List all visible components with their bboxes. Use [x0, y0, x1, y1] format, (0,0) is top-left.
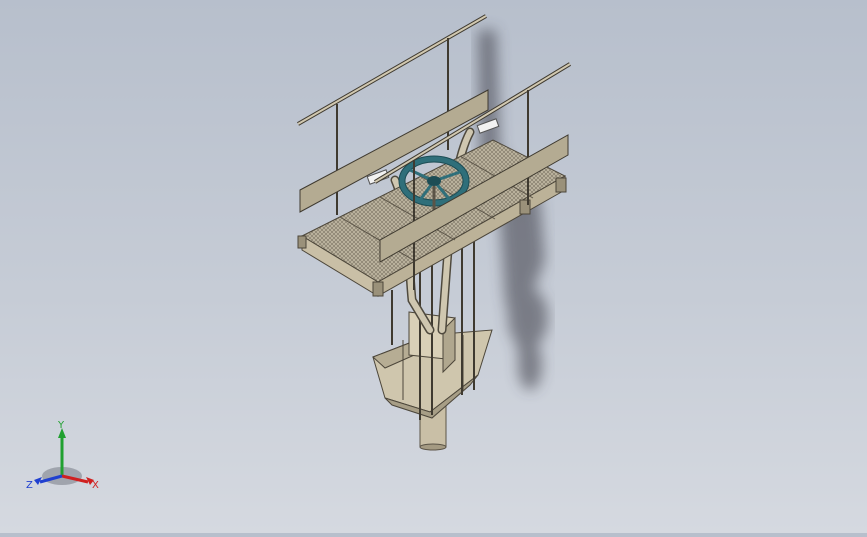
- triad-x-label: X: [92, 480, 99, 491]
- model-view[interactable]: [0, 0, 867, 533]
- orientation-triad[interactable]: Y X Z: [20, 418, 110, 498]
- graphics-viewport[interactable]: [0, 0, 867, 533]
- triad-y-label: Y: [57, 420, 65, 431]
- triad-z-label: Z: [26, 480, 33, 491]
